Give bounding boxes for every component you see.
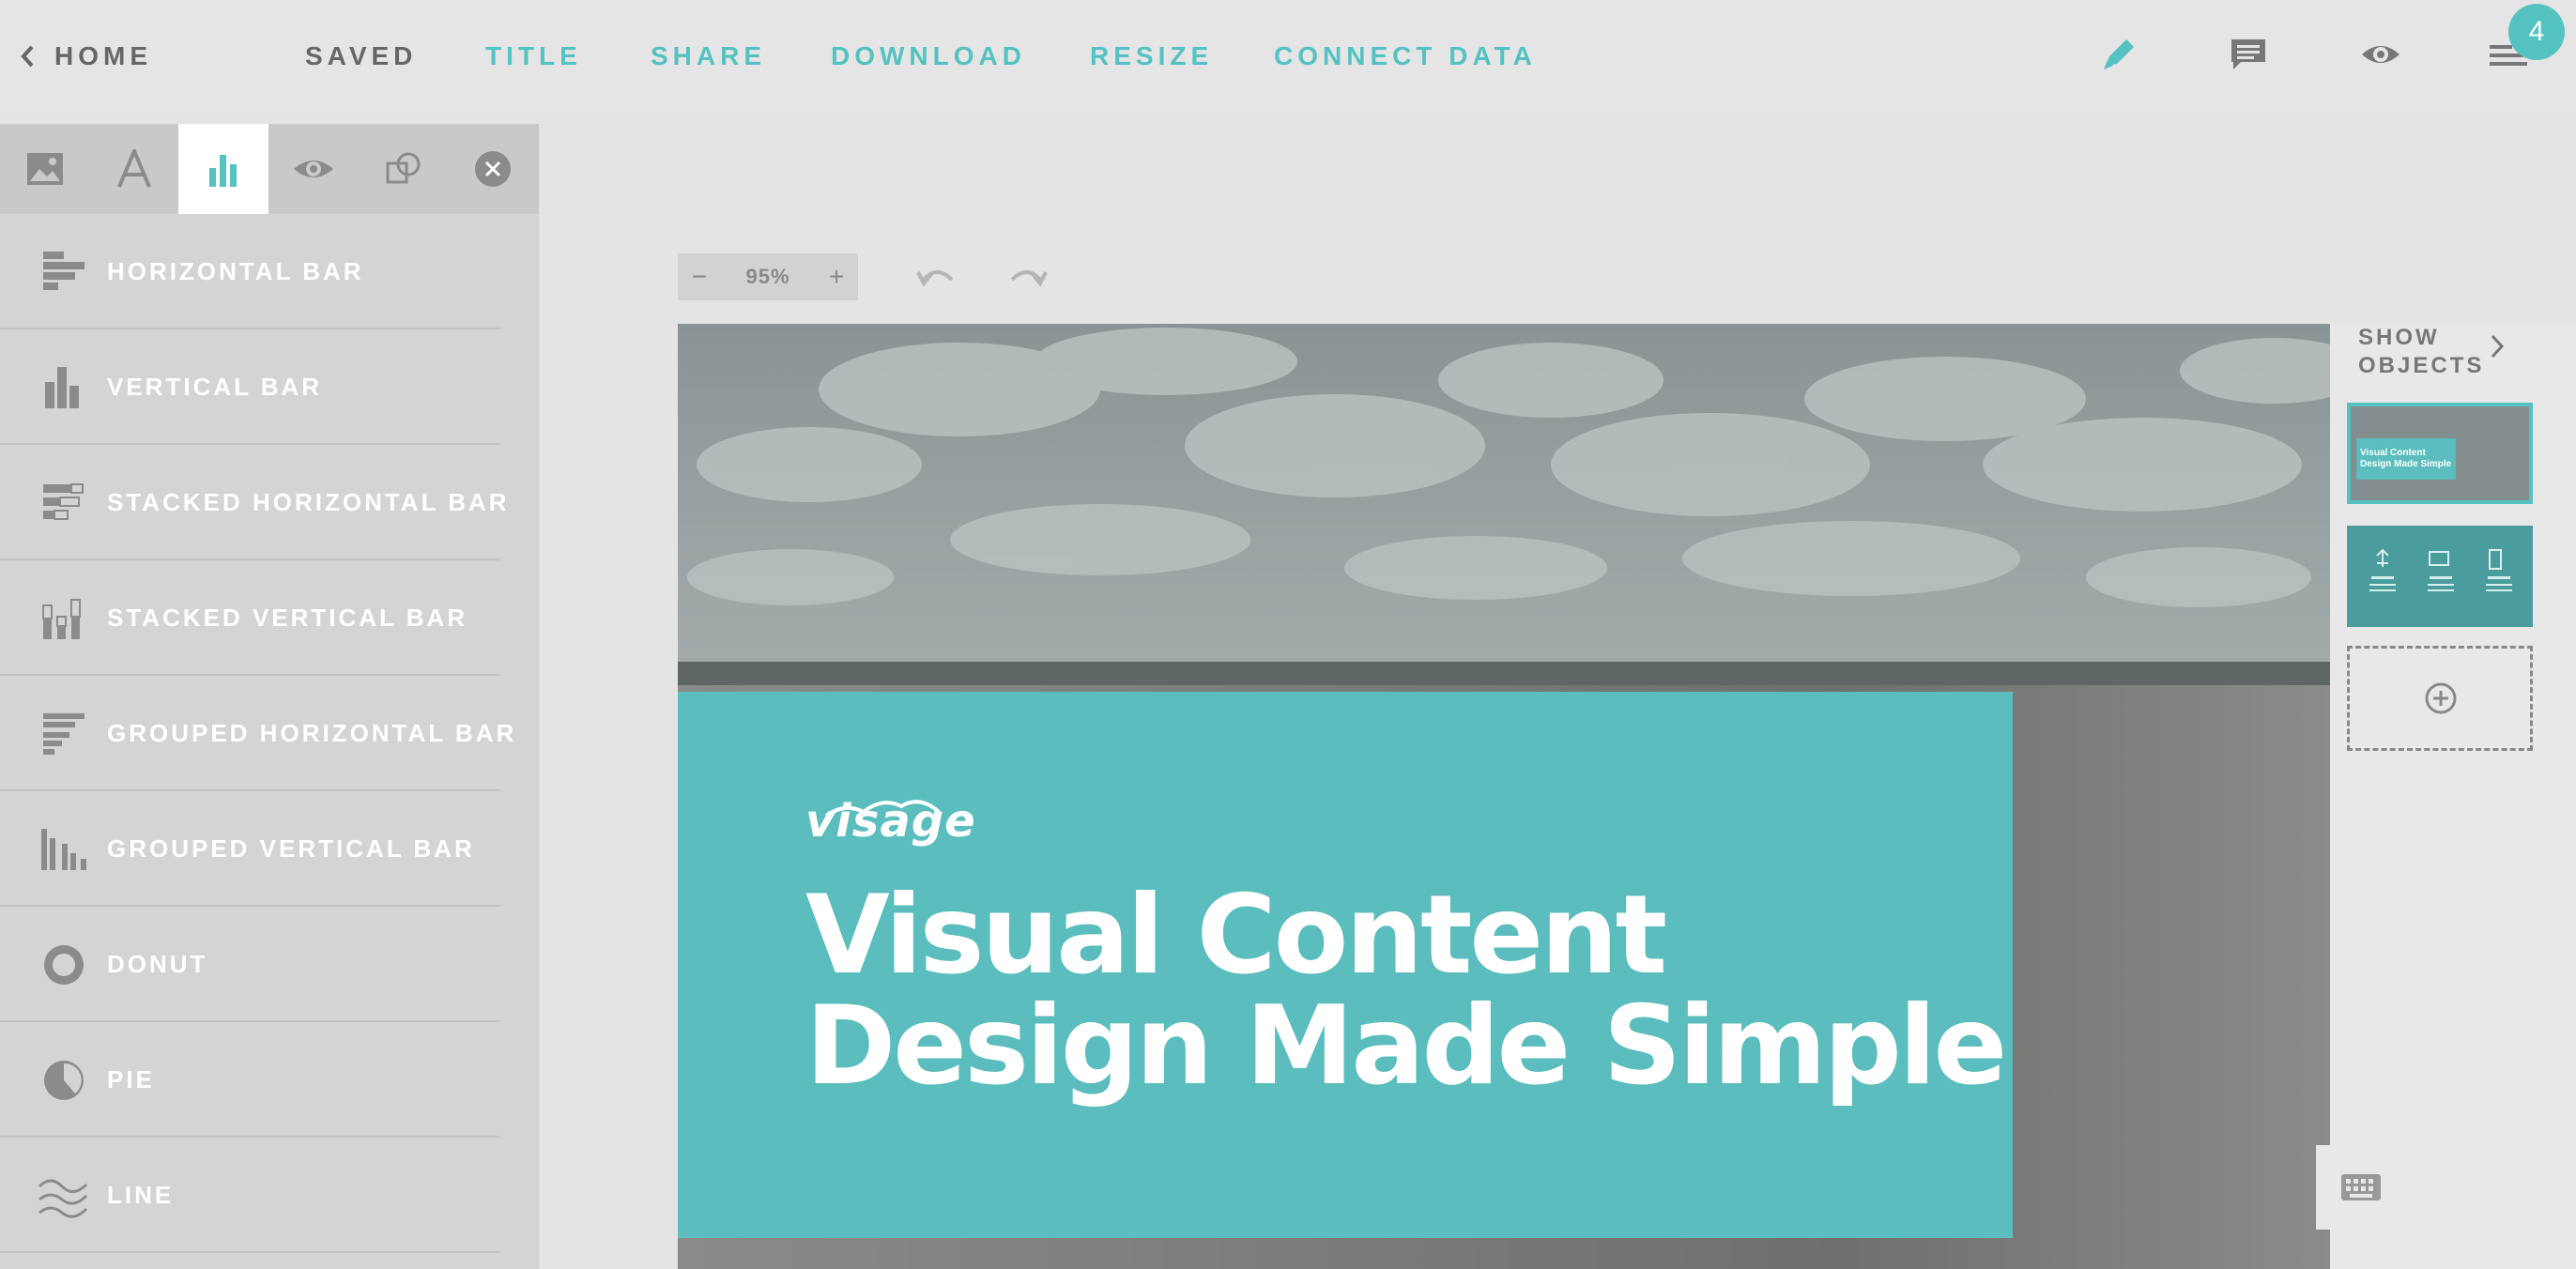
notification-badge[interactable]: 4: [2508, 4, 2565, 60]
undo-icon[interactable]: [914, 261, 959, 295]
chart-type-grouped-vertical-bar[interactable]: GROUPED VERTICAL BAR: [0, 791, 500, 907]
tab-close[interactable]: [448, 124, 538, 214]
chart-type-label: STACKED VERTICAL BAR: [107, 604, 468, 632]
zoom-out-button[interactable]: −: [678, 253, 721, 300]
tab-shapes[interactable]: [359, 124, 449, 214]
grouped-horizontal-bar-icon: [43, 713, 84, 755]
chart-type-label: LINE: [107, 1181, 175, 1209]
hero-text-box[interactable]: visage Visual Content Design Made Simple: [678, 692, 2013, 1238]
tab-text[interactable]: [89, 124, 179, 214]
keyboard-icon: [2341, 1174, 2381, 1200]
chevron-right-icon: [2491, 334, 2505, 359]
donut-icon: [44, 945, 84, 985]
chart-type-label: DONUT: [107, 950, 208, 978]
design-canvas[interactable]: visage Visual Content Design Made Simple: [678, 324, 2330, 1269]
chart-type-grouped-horizontal-bar[interactable]: GROUPED HORIZONTAL BAR: [0, 676, 514, 791]
chart-type-label: STACKED HORIZONTAL BAR: [107, 488, 510, 516]
saved-status: SAVED: [305, 41, 418, 70]
horizontal-bar-icon: [43, 252, 84, 290]
page-thumbnail-2[interactable]: [2347, 526, 2533, 627]
tab-charts[interactable]: [178, 124, 268, 214]
pie-icon: [44, 1061, 84, 1100]
shapes-icon: [386, 152, 421, 184]
resize-menu[interactable]: RESIZE: [1090, 39, 1213, 73]
chart-type-pie[interactable]: PIE: [0, 1022, 500, 1138]
chart-type-donut[interactable]: DONUT: [0, 907, 500, 1022]
zoom-control: − 95% +: [678, 253, 858, 300]
chart-type-label: PIE: [107, 1065, 155, 1093]
pages-panel: SHOW OBJECTS Visual Content Design Made …: [2330, 324, 2576, 1269]
home-link[interactable]: HOME: [19, 39, 152, 73]
tab-icons[interactable]: [268, 124, 359, 214]
chart-type-label: VERTICAL BAR: [107, 373, 323, 401]
show-objects-label: OBJECTS: [2358, 353, 2485, 378]
add-page-button[interactable]: [2347, 646, 2533, 751]
text-icon: [117, 149, 151, 188]
zoom-in-button[interactable]: +: [815, 253, 858, 300]
chart-type-vertical-bar[interactable]: VERTICAL BAR: [0, 329, 500, 445]
background-image: [678, 324, 2330, 671]
share-menu[interactable]: SHARE: [651, 39, 766, 73]
chart-type-stacked-horizontal-bar[interactable]: STACKED HORIZONTAL BAR: [0, 445, 507, 560]
show-objects-label: SHOW: [2358, 325, 2440, 350]
connect-data-menu[interactable]: CONNECT DATA: [1274, 39, 1537, 73]
stacked-vertical-bar-icon: [42, 599, 81, 639]
comment-icon[interactable]: [2228, 34, 2269, 75]
thumbnail-title: Design Made Simple: [2360, 459, 2452, 469]
plus-circle-icon: [2425, 682, 2457, 714]
cloud-shapes: [687, 328, 2330, 607]
grouped-vertical-bar-icon: [41, 829, 86, 870]
chart-type-label: GROUPED HORIZONTAL BAR: [107, 719, 517, 747]
chevron-left-icon: [21, 45, 34, 68]
stacked-horizontal-bar-icon: [43, 483, 84, 520]
thumbnail-icons: [2369, 548, 2512, 591]
elements-sidebar: HORIZONTAL BAR VERTICAL BAR STACKED HORI…: [0, 124, 539, 1269]
chart-icon: [209, 155, 237, 187]
thumbnail-title: Visual Content: [2360, 448, 2426, 458]
hero-title-line-1[interactable]: Visual Content: [805, 879, 1667, 992]
home-label: HOME: [54, 41, 152, 70]
sidebar-tabs: [0, 124, 539, 214]
eye-icon: [294, 161, 333, 177]
show-objects-toggle[interactable]: SHOW OBJECTS: [2358, 324, 2505, 380]
logo-text: visage: [805, 795, 976, 848]
eye-icon[interactable]: [2360, 34, 2401, 75]
image-icon: [27, 153, 63, 185]
title-menu[interactable]: TITLE: [485, 39, 582, 73]
close-icon: [475, 151, 511, 187]
pencil-icon[interactable]: [2098, 34, 2139, 75]
hero-title-line-2[interactable]: Design Made Simple: [805, 990, 2007, 1103]
tab-images[interactable]: [0, 124, 90, 214]
chart-type-label: HORIZONTAL BAR: [107, 257, 364, 285]
page-thumbnail-1[interactable]: Visual Content Design Made Simple: [2347, 403, 2533, 504]
chart-type-label: GROUPED VERTICAL BAR: [107, 834, 475, 863]
redo-icon[interactable]: [1004, 261, 1050, 295]
top-toolbar: HOME SAVED TITLE SHARE DOWNLOAD RESIZE C…: [0, 0, 2576, 113]
download-menu[interactable]: DOWNLOAD: [831, 39, 1026, 73]
zoom-level: 95%: [745, 265, 790, 288]
line-chart-icon: [38, 1179, 88, 1218]
keyboard-shortcuts-button[interactable]: [2316, 1145, 2406, 1230]
chart-type-line[interactable]: LINE: [0, 1138, 500, 1253]
chart-type-horizontal-bar[interactable]: HORIZONTAL BAR: [0, 214, 500, 329]
chart-type-stacked-vertical-bar[interactable]: STACKED VERTICAL BAR: [0, 560, 500, 676]
vertical-bar-icon: [45, 367, 79, 408]
